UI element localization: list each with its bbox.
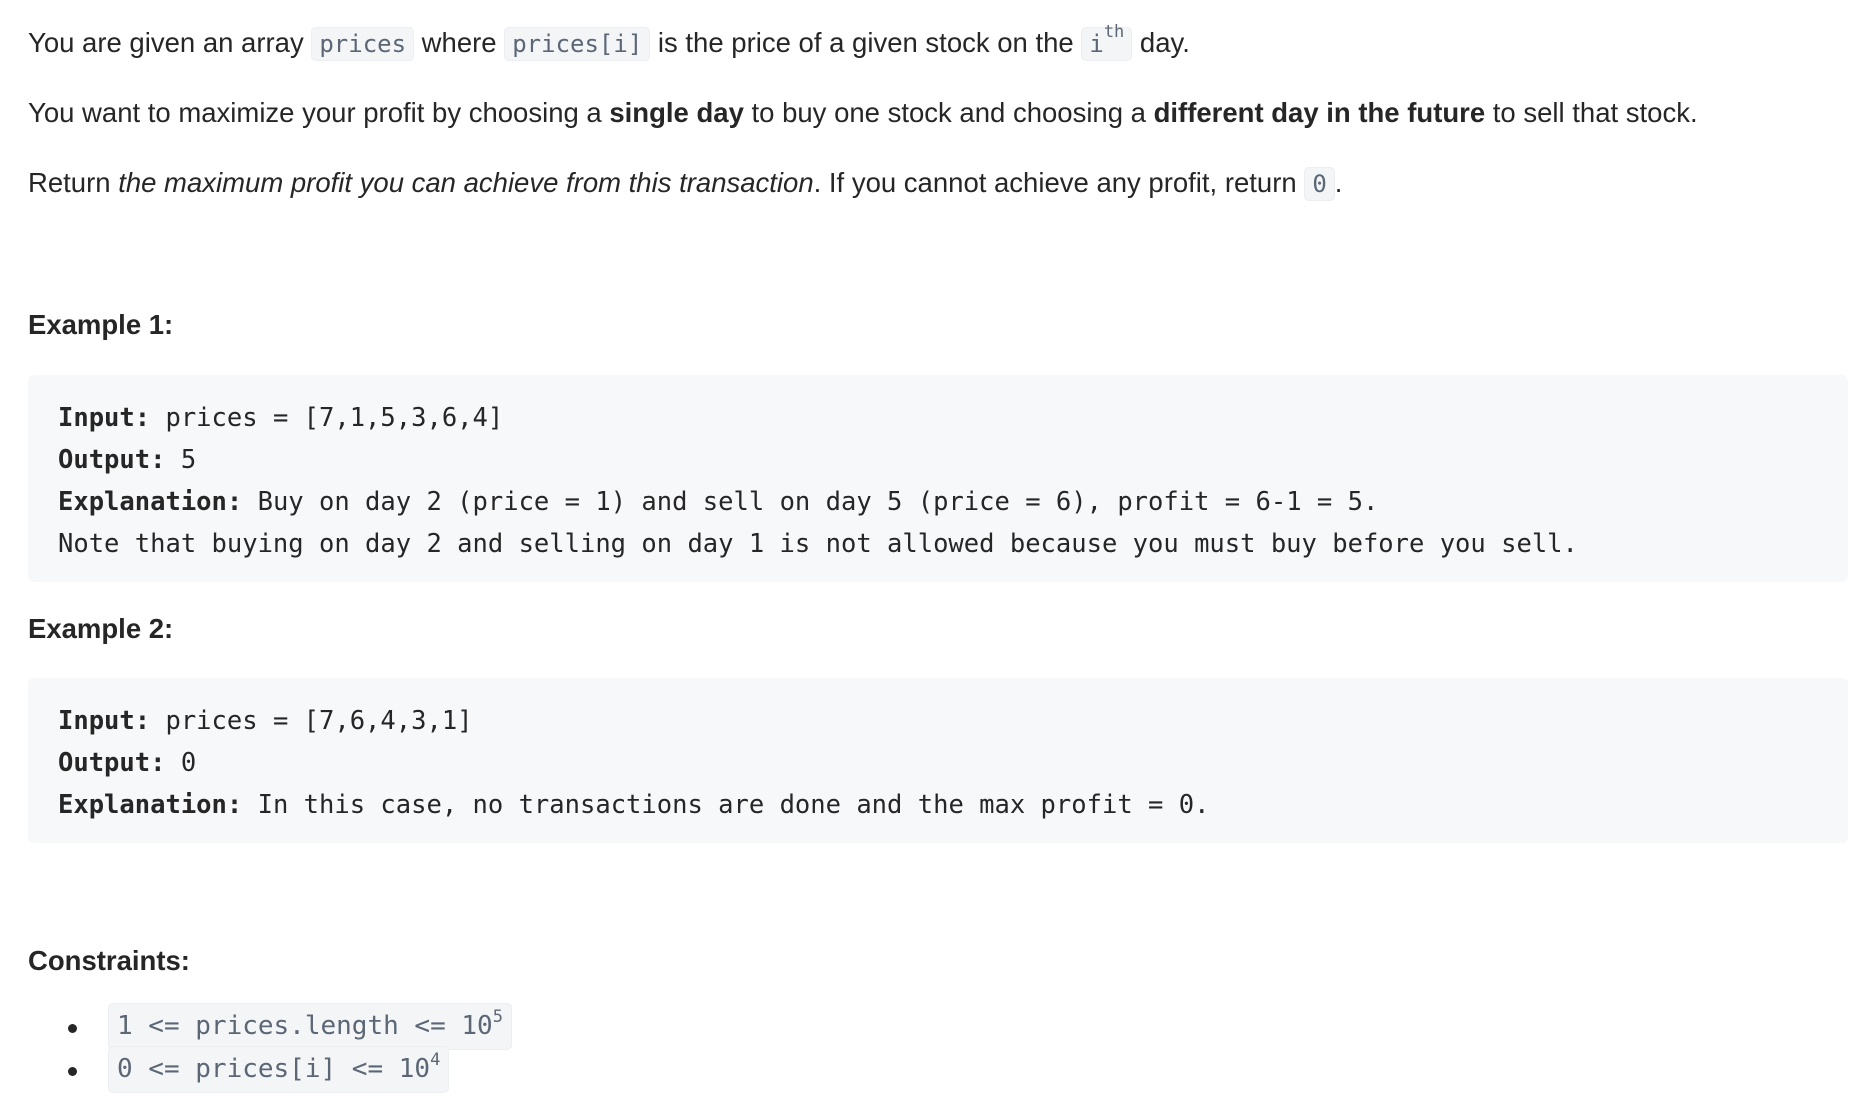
- ith-superscript: th: [1103, 22, 1125, 42]
- constraints-heading: Constraints:: [28, 945, 190, 976]
- explanation-label: Explanation:: [58, 790, 243, 820]
- example-1-block: Input: prices = [7,1,5,3,6,4] Output: 5 …: [28, 375, 1848, 582]
- intro-text: . If you cannot achieve any profit, retu…: [813, 167, 1305, 198]
- intro-text: Return: [28, 167, 119, 198]
- intro-text: day.: [1132, 27, 1190, 58]
- constraint-base: 1 <= prices.length <= 10: [117, 1011, 493, 1041]
- input-label: Input:: [58, 706, 151, 736]
- bullet-icon: [68, 1024, 77, 1033]
- constraint-item: 1 <= prices.length <= 105: [68, 1003, 512, 1050]
- example-2-heading: Example 2:: [28, 613, 174, 644]
- constraint-exponent: 5: [492, 1007, 503, 1027]
- intro-paragraph-3: Return the maximum profit you can achiev…: [28, 162, 1342, 203]
- example-2-block: Input: prices = [7,6,4,3,1] Output: 0 Ex…: [28, 678, 1848, 843]
- constraint-exponent: 4: [430, 1050, 441, 1070]
- bold-single-day: single day: [609, 97, 744, 128]
- code-prices-i: prices[i]: [504, 27, 651, 61]
- code-prices: prices: [311, 27, 415, 61]
- constraints-list: 1 <= prices.length <= 105 0 <= prices[i]…: [68, 1003, 512, 1093]
- constraint-code: 0 <= prices[i] <= 104: [108, 1046, 450, 1093]
- bold-different-day: different day in the future: [1153, 97, 1486, 128]
- bullet-icon: [68, 1067, 77, 1076]
- code-ith: ith: [1081, 22, 1133, 61]
- ith-base: i: [1089, 30, 1104, 58]
- italic-max-profit: the maximum profit you can achieve from …: [118, 167, 814, 198]
- explanation-note: Note that buying on day 2 and selling on…: [58, 529, 1578, 559]
- intro-text: .: [1334, 167, 1343, 198]
- output-label: Output:: [58, 445, 166, 475]
- explanation-label: Explanation:: [58, 487, 243, 517]
- explanation-value: Buy on day 2 (price = 1) and sell on day…: [242, 487, 1379, 517]
- intro-text: to buy one stock and choosing a: [743, 97, 1154, 128]
- intro-paragraph-1: You are given an array prices where pric…: [28, 22, 1190, 63]
- intro-text: to sell that stock.: [1485, 97, 1698, 128]
- code-zero: 0: [1304, 167, 1335, 201]
- intro-text: You want to maximize your profit by choo…: [28, 97, 610, 128]
- intro-text: You are given an array: [28, 27, 312, 58]
- output-value: 0: [165, 748, 197, 778]
- constraint-item: 0 <= prices[i] <= 104: [68, 1046, 512, 1093]
- input-label: Input:: [58, 403, 151, 433]
- input-value: prices = [7,1,5,3,6,4]: [150, 403, 504, 433]
- intro-text: where: [414, 27, 505, 58]
- example-1-heading: Example 1:: [28, 309, 174, 340]
- constraint-code: 1 <= prices.length <= 105: [108, 1003, 512, 1050]
- problem-description: You are given an array prices where pric…: [0, 0, 1870, 1116]
- explanation-value: In this case, no transactions are done a…: [242, 790, 1210, 820]
- output-value: 5: [165, 445, 197, 475]
- output-label: Output:: [58, 748, 166, 778]
- intro-paragraph-2: You want to maximize your profit by choo…: [28, 92, 1698, 133]
- constraint-base: 0 <= prices[i] <= 10: [117, 1054, 431, 1084]
- input-value: prices = [7,6,4,3,1]: [150, 706, 473, 736]
- intro-text: is the price of a given stock on the: [650, 27, 1082, 58]
